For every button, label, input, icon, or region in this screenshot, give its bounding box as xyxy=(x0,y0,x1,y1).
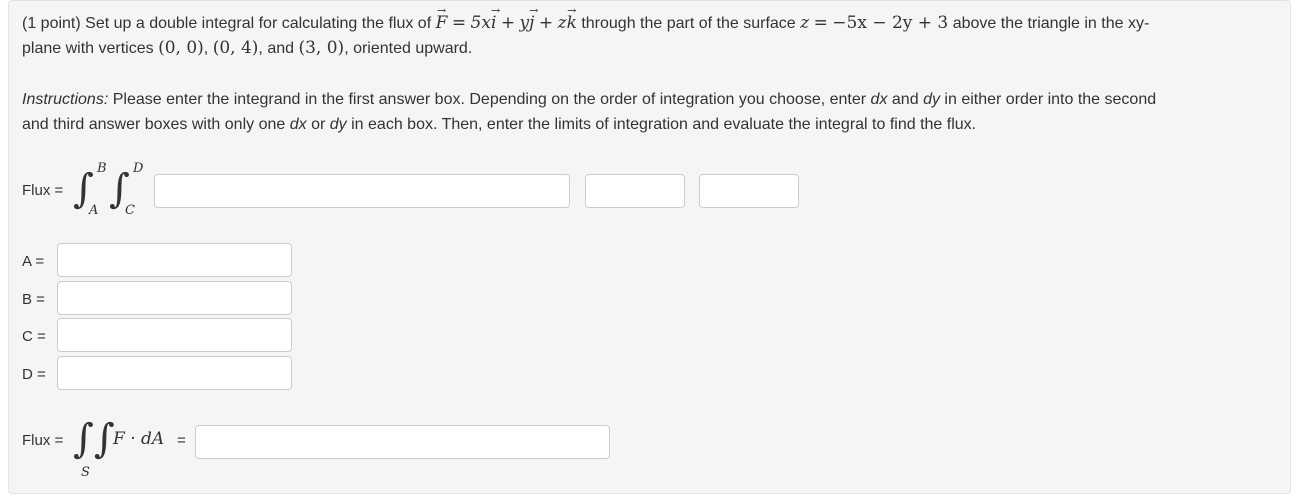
vertex-1: (0, 0) xyxy=(158,38,204,58)
instructions-line1: Instructions: Please enter the integrand… xyxy=(22,91,1157,108)
limit-a-label: A = xyxy=(22,253,45,270)
limit-d-label: D = xyxy=(22,366,46,383)
problem-panel: (1 point) Set up a double integral for c… xyxy=(8,0,1291,494)
flux-equals: = xyxy=(177,432,186,449)
surface-subscript: S xyxy=(81,465,90,480)
surface-equation: −5x − 2y + 3 xyxy=(832,13,949,33)
problem-statement-line1: (1 point) Set up a double integral for c… xyxy=(22,1,1149,34)
flux-label: Flux = xyxy=(22,182,64,199)
limit-b-label: B = xyxy=(22,291,45,308)
limit-a-input[interactable] xyxy=(57,243,292,277)
instructions-label: Instructions: xyxy=(22,91,109,108)
integrand-input[interactable] xyxy=(154,174,570,208)
vector-F: F xyxy=(436,1,448,33)
first-differential-input[interactable] xyxy=(585,174,685,208)
instructions-line2: and third answer boxes with only one dx … xyxy=(22,116,977,133)
problem-statement-line2: plane with vertices (0, 0), (0, 4), and … xyxy=(22,38,473,58)
problem-intro: (1 point) Set up a double integral for c… xyxy=(22,15,432,32)
limit-c-input[interactable] xyxy=(57,318,292,352)
flux-integrand: F · dA xyxy=(113,429,165,449)
limit-c-label: C = xyxy=(22,328,46,345)
inner-lower-limit: C xyxy=(125,203,135,218)
limit-b-input[interactable] xyxy=(57,281,292,315)
surface-integral-icon: ∫∫ xyxy=(73,416,115,462)
unit-k: k xyxy=(567,1,578,33)
outer-upper-limit: B xyxy=(97,161,107,176)
outer-lower-limit: A xyxy=(89,203,99,218)
flux-result-label: Flux = xyxy=(22,432,64,449)
unit-j: j xyxy=(529,1,535,33)
limit-d-input[interactable] xyxy=(57,356,292,390)
unit-i: i xyxy=(491,1,497,33)
inner-upper-limit: D xyxy=(133,161,144,176)
vertex-2: (0, 4) xyxy=(212,38,259,58)
flux-value-input[interactable] xyxy=(195,425,610,459)
second-differential-input[interactable] xyxy=(699,174,799,208)
vertex-3: (3, 0) xyxy=(298,38,345,58)
